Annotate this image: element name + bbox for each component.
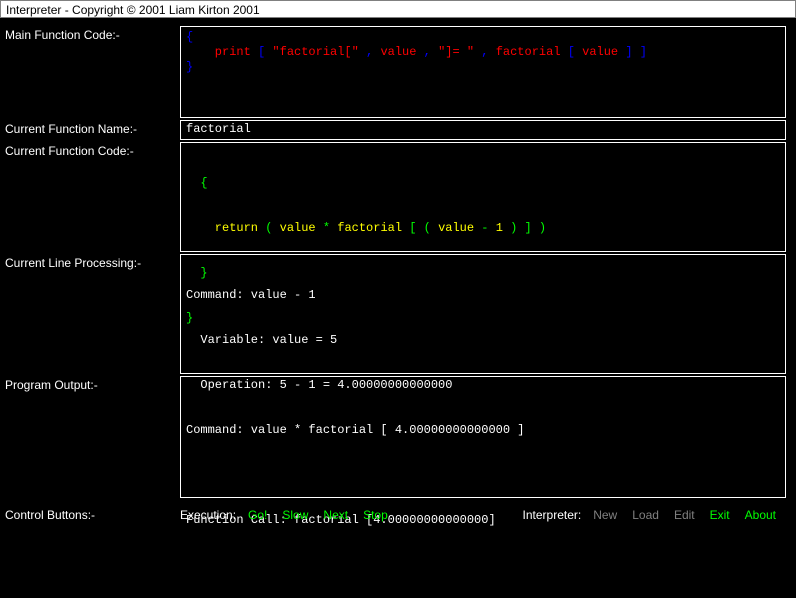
go-button[interactable]: Go!: [248, 508, 267, 522]
main-func-code-box: { print [ "factorial[" , value , "]= " ,…: [180, 26, 786, 118]
output-label: Program Output:-: [5, 376, 180, 498]
exit-button[interactable]: Exit: [710, 508, 730, 522]
new-button[interactable]: New: [593, 508, 617, 522]
main-func-row: Main Function Code:- { print [ "factoria…: [5, 26, 791, 118]
code-line: print [ "factorial[" , value , "]= " , f…: [186, 45, 780, 60]
proc-line: Variable: value = 5: [186, 333, 780, 348]
proc-line: Command: value - 1: [186, 288, 780, 303]
output-box: [180, 376, 786, 498]
title-text: Interpreter - Copyright © 2001 Liam Kirt…: [6, 3, 260, 17]
main-func-label: Main Function Code:-: [5, 26, 180, 118]
func-name-box: factorial: [180, 120, 786, 140]
code-line: {: [186, 176, 780, 191]
func-name-value: factorial: [186, 122, 251, 136]
slow-button[interactable]: Slow: [282, 508, 308, 522]
line-proc-box: Command: value - 1 Variable: value = 5 O…: [180, 254, 786, 374]
interpreter-group: Interpreter: New Load Edit Exit About: [523, 508, 791, 522]
code-line: {: [186, 30, 780, 45]
about-button[interactable]: About: [745, 508, 776, 522]
execution-label: Execution:: [180, 508, 236, 522]
func-code-box: { return ( value * factorial [ ( value -…: [180, 142, 786, 252]
control-buttons-label: Control Buttons:-: [5, 508, 180, 522]
stop-button[interactable]: Stop: [363, 508, 388, 522]
code-line: }: [186, 60, 780, 75]
interpreter-label: Interpreter:: [523, 508, 582, 522]
line-proc-label: Current Line Processing:-: [5, 254, 180, 374]
output-row: Program Output:-: [5, 376, 791, 498]
func-code-label: Current Function Code:-: [5, 142, 180, 252]
line-proc-row: Current Line Processing:- Command: value…: [5, 254, 791, 374]
title-bar: Interpreter - Copyright © 2001 Liam Kirt…: [0, 0, 796, 18]
load-button[interactable]: Load: [632, 508, 659, 522]
code-line: return ( value * factorial [ ( value - 1…: [186, 221, 780, 236]
func-name-row: Current Function Name:- factorial: [5, 120, 791, 140]
func-code-row: Current Function Code:- { return ( value…: [5, 142, 791, 252]
edit-button[interactable]: Edit: [674, 508, 695, 522]
main-area: Main Function Code:- { print [ "factoria…: [0, 18, 796, 498]
func-name-label: Current Function Name:-: [5, 120, 180, 140]
execution-group: Execution: Go! Slow Next Stop: [180, 508, 403, 522]
next-button[interactable]: Next: [323, 508, 348, 522]
